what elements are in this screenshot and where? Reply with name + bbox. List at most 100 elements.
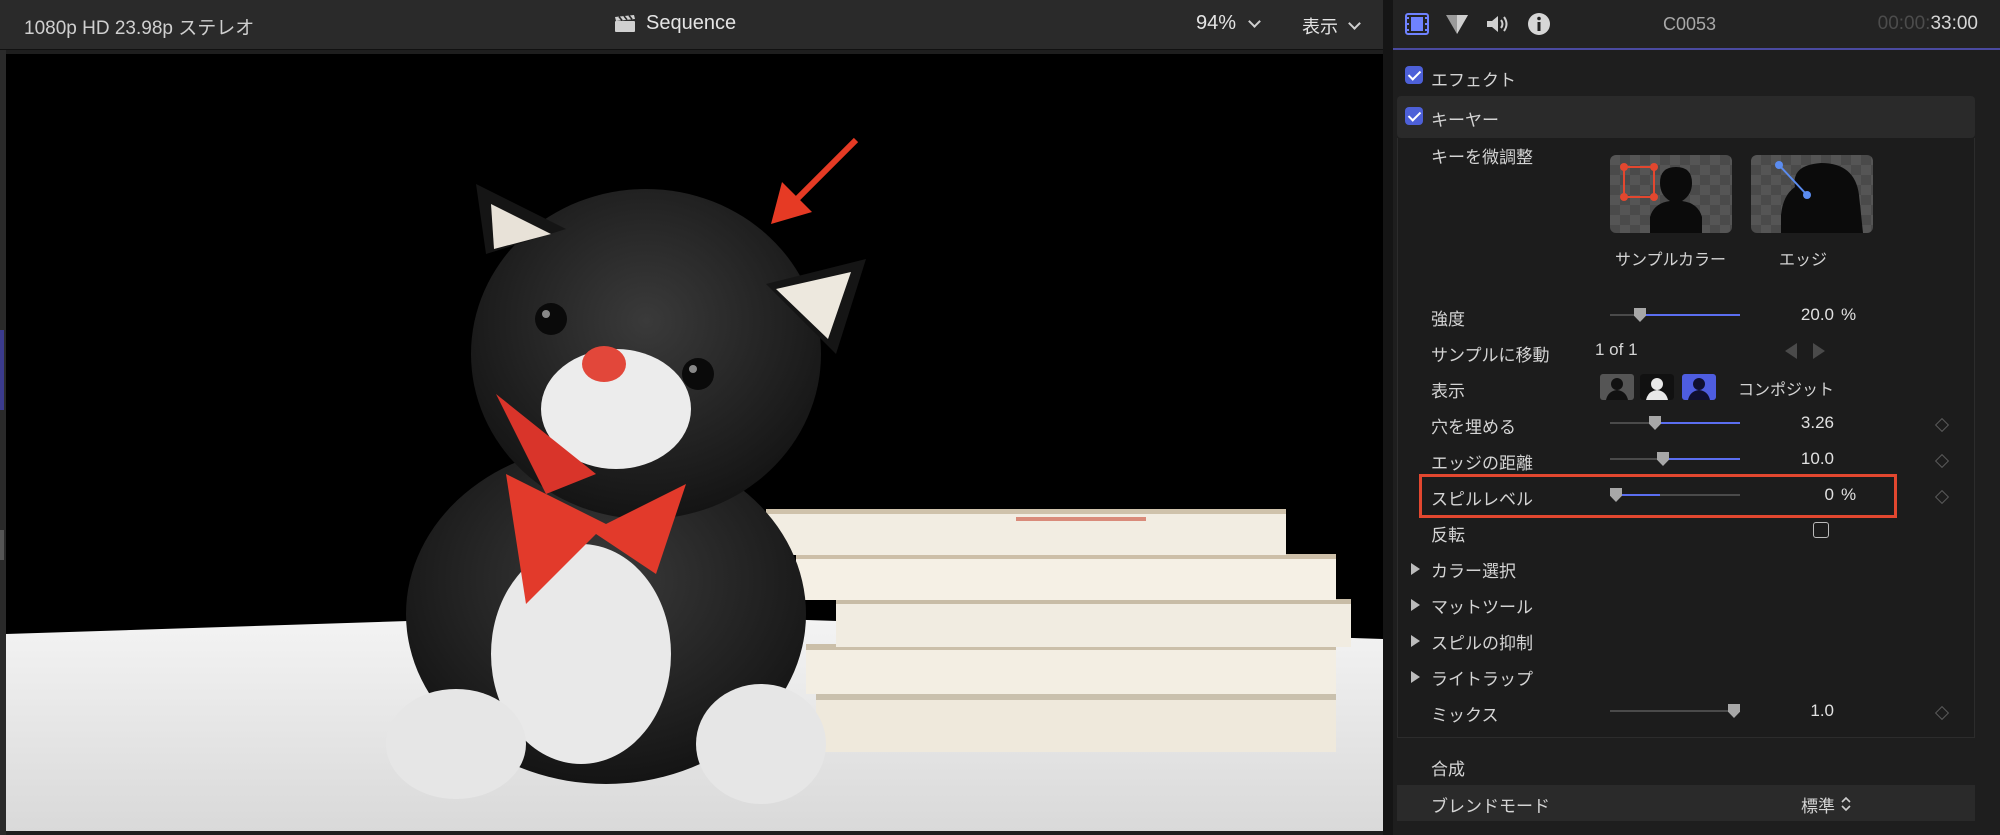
view-label: 表示	[1431, 382, 1465, 401]
viewer-canvas[interactable]	[6, 54, 1383, 831]
info-icon[interactable]	[1527, 12, 1551, 36]
group-color-selection[interactable]: カラー選択	[1393, 552, 2000, 588]
keyer-header[interactable]: キーヤー	[1393, 99, 2000, 135]
sequence-title[interactable]: Sequence	[614, 12, 736, 35]
disclosure-triangle-icon[interactable]	[1411, 563, 1420, 575]
person-icon	[1600, 374, 1634, 400]
edge-distance-slider-knob[interactable]	[1657, 452, 1669, 466]
viewer-header: 1080p HD 23.98p ステレオ Sequence 94% 表示	[0, 0, 1383, 50]
color-filter-icon[interactable]	[1445, 13, 1469, 35]
effects-label: エフェクト	[1431, 71, 1516, 90]
duration-dim: 00:00:	[1877, 13, 1931, 34]
mix-label: ミックス	[1431, 706, 1499, 725]
group-label: ライトラップ	[1431, 670, 1533, 689]
rail-marker	[0, 330, 4, 410]
zoom-value: 94%	[1196, 12, 1237, 34]
fill-holes-slider-knob[interactable]	[1649, 416, 1661, 430]
format-label: 1080p HD 23.98p ステレオ	[24, 18, 255, 39]
view-menu[interactable]: 表示	[1302, 13, 1361, 39]
silhouette-icon	[1620, 163, 1702, 233]
film-icon[interactable]	[1405, 13, 1429, 35]
view-menu-label: 表示	[1302, 17, 1338, 37]
fill-holes-row: 穴を埋める 3.26	[1393, 408, 2000, 444]
fill-holes-slider[interactable]	[1610, 416, 1740, 430]
next-sample-icon[interactable]	[1813, 343, 1825, 359]
group-label: カラー選択	[1431, 562, 1516, 581]
effects-checkbox[interactable]	[1405, 66, 1423, 84]
disclosure-triangle-icon[interactable]	[1411, 599, 1420, 611]
compositing-header: 合成	[1393, 748, 2000, 784]
keyframe-icon[interactable]	[1934, 453, 1950, 469]
video-frame	[6, 54, 1383, 831]
sample-color-label: サンプルカラー	[1615, 252, 1727, 269]
clapper-icon	[615, 14, 635, 32]
disclosure-triangle-icon[interactable]	[1411, 635, 1420, 647]
group-label: マットツール	[1431, 598, 1533, 617]
person-icon	[1640, 374, 1674, 400]
compositing-label: 合成	[1431, 760, 1465, 779]
effects-section-header: エフェクト	[1393, 58, 2000, 94]
opacity-row-partial	[1393, 822, 2000, 835]
strength-value[interactable]: 20.0	[1801, 305, 1834, 325]
edge-label: エッジ	[1779, 252, 1828, 269]
mix-row: ミックス 1.0	[1393, 696, 2000, 732]
invert-label: 反転	[1431, 526, 1465, 545]
highlight-box	[1419, 474, 1897, 518]
books	[766, 509, 1351, 752]
view-composite-button[interactable]	[1682, 374, 1716, 400]
edge-distance-slider[interactable]	[1610, 452, 1740, 466]
disclosure-triangle-icon[interactable]	[1411, 671, 1420, 683]
blend-mode-label: ブレンドモード	[1431, 797, 1550, 816]
previous-sample-icon[interactable]	[1785, 343, 1797, 359]
inspector-toolbar: C0053 00:00:33:00	[1393, 0, 2000, 50]
keyer-label: キーヤー	[1431, 111, 1499, 130]
edge-distance-value[interactable]: 10.0	[1801, 449, 1834, 469]
rail-marker	[0, 530, 4, 560]
up-down-chevron-icon[interactable]	[1841, 796, 1851, 812]
edge-silhouette-icon	[1775, 161, 1863, 233]
refine-key-label: キーを微調整	[1431, 148, 1533, 167]
mix-slider-knob[interactable]	[1728, 704, 1740, 718]
zoom-menu[interactable]: 94%	[1196, 12, 1261, 35]
jump-to-sample-label: サンプルに移動	[1431, 346, 1550, 365]
speaker-icon[interactable]	[1485, 13, 1511, 35]
invert-checkbox[interactable]	[1813, 522, 1829, 538]
strength-row: 強度 20.0 %	[1393, 300, 2000, 336]
strength-slider[interactable]	[1610, 308, 1740, 322]
chevron-down-icon	[1248, 14, 1261, 28]
view-matte-button[interactable]	[1640, 374, 1674, 400]
group-label: スピルの抑制	[1431, 634, 1533, 653]
keyer-checkbox[interactable]	[1405, 107, 1423, 125]
clip-name: C0053	[1663, 14, 1717, 34]
strength-slider-knob[interactable]	[1634, 308, 1646, 322]
panel-divider[interactable]	[1383, 0, 1393, 835]
keyframe-icon[interactable]	[1934, 489, 1950, 505]
keyframe-icon[interactable]	[1934, 417, 1950, 433]
invert-row: 反転	[1393, 516, 2000, 552]
strength-label: 強度	[1431, 310, 1465, 329]
person-icon	[1682, 374, 1716, 400]
strength-unit: %	[1841, 305, 1857, 324]
fill-holes-value[interactable]: 3.26	[1801, 413, 1834, 433]
view-source-button[interactable]	[1600, 374, 1634, 400]
group-spill-suppression[interactable]: スピルの抑制	[1393, 624, 2000, 660]
edge-distance-label: エッジの距離	[1431, 454, 1533, 473]
blend-mode-row: ブレンドモード 標準	[1393, 786, 2000, 822]
view-mode-label: コンポジット	[1738, 382, 1835, 399]
blend-mode-value[interactable]: 標準	[1801, 792, 1835, 817]
sample-color-thumbnail[interactable]	[1610, 155, 1732, 233]
mix-value[interactable]: 1.0	[1810, 701, 1834, 721]
keyframe-icon[interactable]	[1934, 705, 1950, 721]
jump-to-sample-row: サンプルに移動 1 of 1	[1393, 336, 2000, 372]
group-light-wrap[interactable]: ライトラップ	[1393, 660, 2000, 696]
chevron-down-icon	[1348, 17, 1361, 30]
inspector-panel: C0053 00:00:33:00 エフェクト キーヤー キーを微調整 サンプル…	[1393, 0, 2000, 835]
mix-slider[interactable]	[1610, 704, 1740, 718]
fill-holes-label: 穴を埋める	[1431, 418, 1516, 437]
edge-thumbnail[interactable]	[1751, 155, 1873, 233]
clip-duration: 00:00:33:00	[1878, 13, 1978, 35]
group-matte-tools[interactable]: マットツール	[1393, 588, 2000, 624]
jump-to-sample-value: 1 of 1	[1595, 340, 1638, 359]
view-row: 表示 コンポジット	[1393, 372, 2000, 408]
sequence-name: Sequence	[646, 12, 737, 34]
